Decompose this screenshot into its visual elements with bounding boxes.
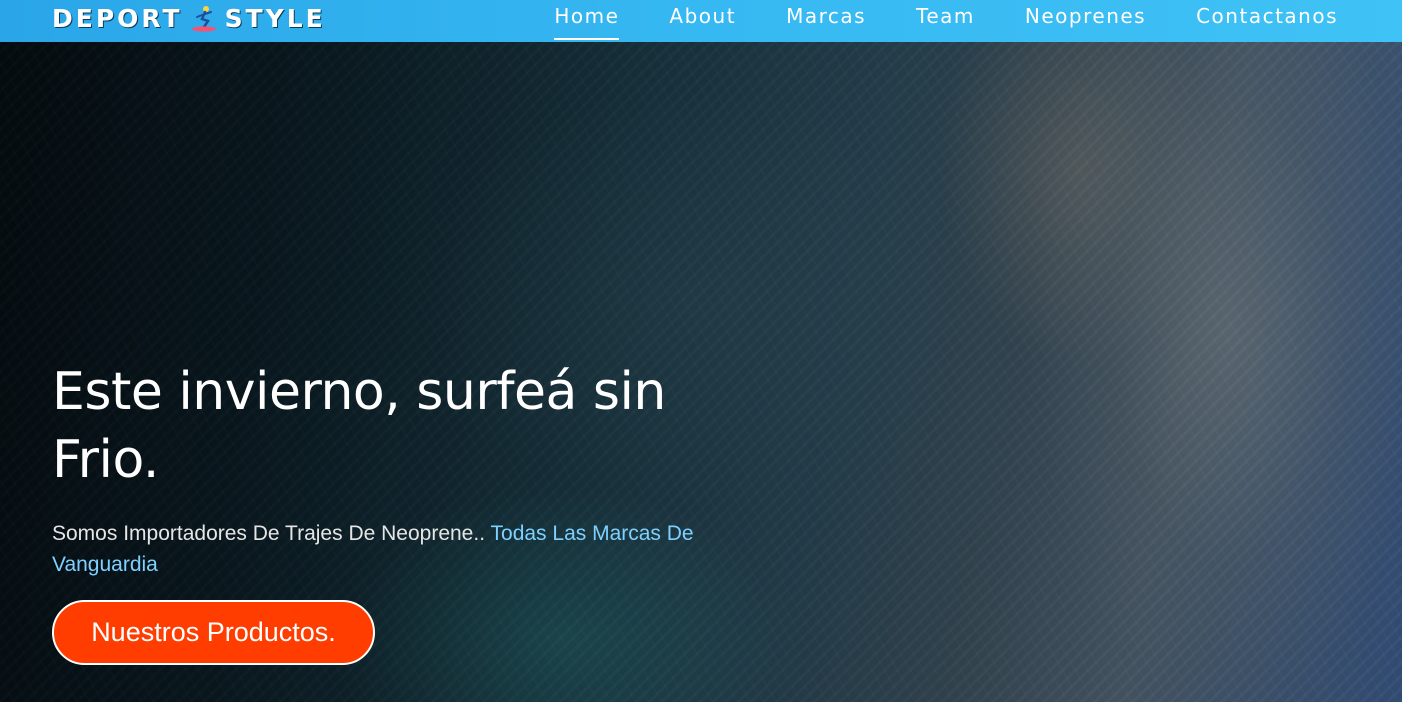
logo-text-right: STYLE [224, 3, 326, 33]
logo-text-left: DEPORT [52, 3, 183, 33]
nav-neoprenes[interactable]: Neoprenes [1025, 0, 1146, 42]
nav-contactanos[interactable]: Contactanos [1196, 0, 1338, 42]
products-button[interactable]: Nuestros Productos. [52, 600, 375, 665]
hero-subtitle: Somos Importadores De Trajes De Neoprene… [52, 518, 732, 580]
top-navbar: DEPORT STYLE Home About Marcas Team Neop… [0, 0, 1402, 42]
nav-links: Home About Marcas Team Neoprenes Contact… [554, 0, 1338, 42]
brand-logo[interactable]: DEPORT STYLE [52, 2, 326, 34]
hero-overlay [0, 0, 1402, 702]
nav-about[interactable]: About [669, 0, 736, 42]
hero-content: Este invierno, surfeá sin Frio. Somos Im… [52, 358, 752, 580]
subtitle-main: Somos Importadores De Trajes De Neoprene… [52, 522, 486, 545]
nav-team[interactable]: Team [916, 0, 975, 42]
hero-headline: Este invierno, surfeá sin Frio. [52, 362, 666, 490]
surfer-icon [191, 6, 216, 32]
nav-home[interactable]: Home [554, 0, 620, 42]
nav-marcas[interactable]: Marcas [786, 0, 866, 42]
hero-background [0, 0, 1402, 702]
